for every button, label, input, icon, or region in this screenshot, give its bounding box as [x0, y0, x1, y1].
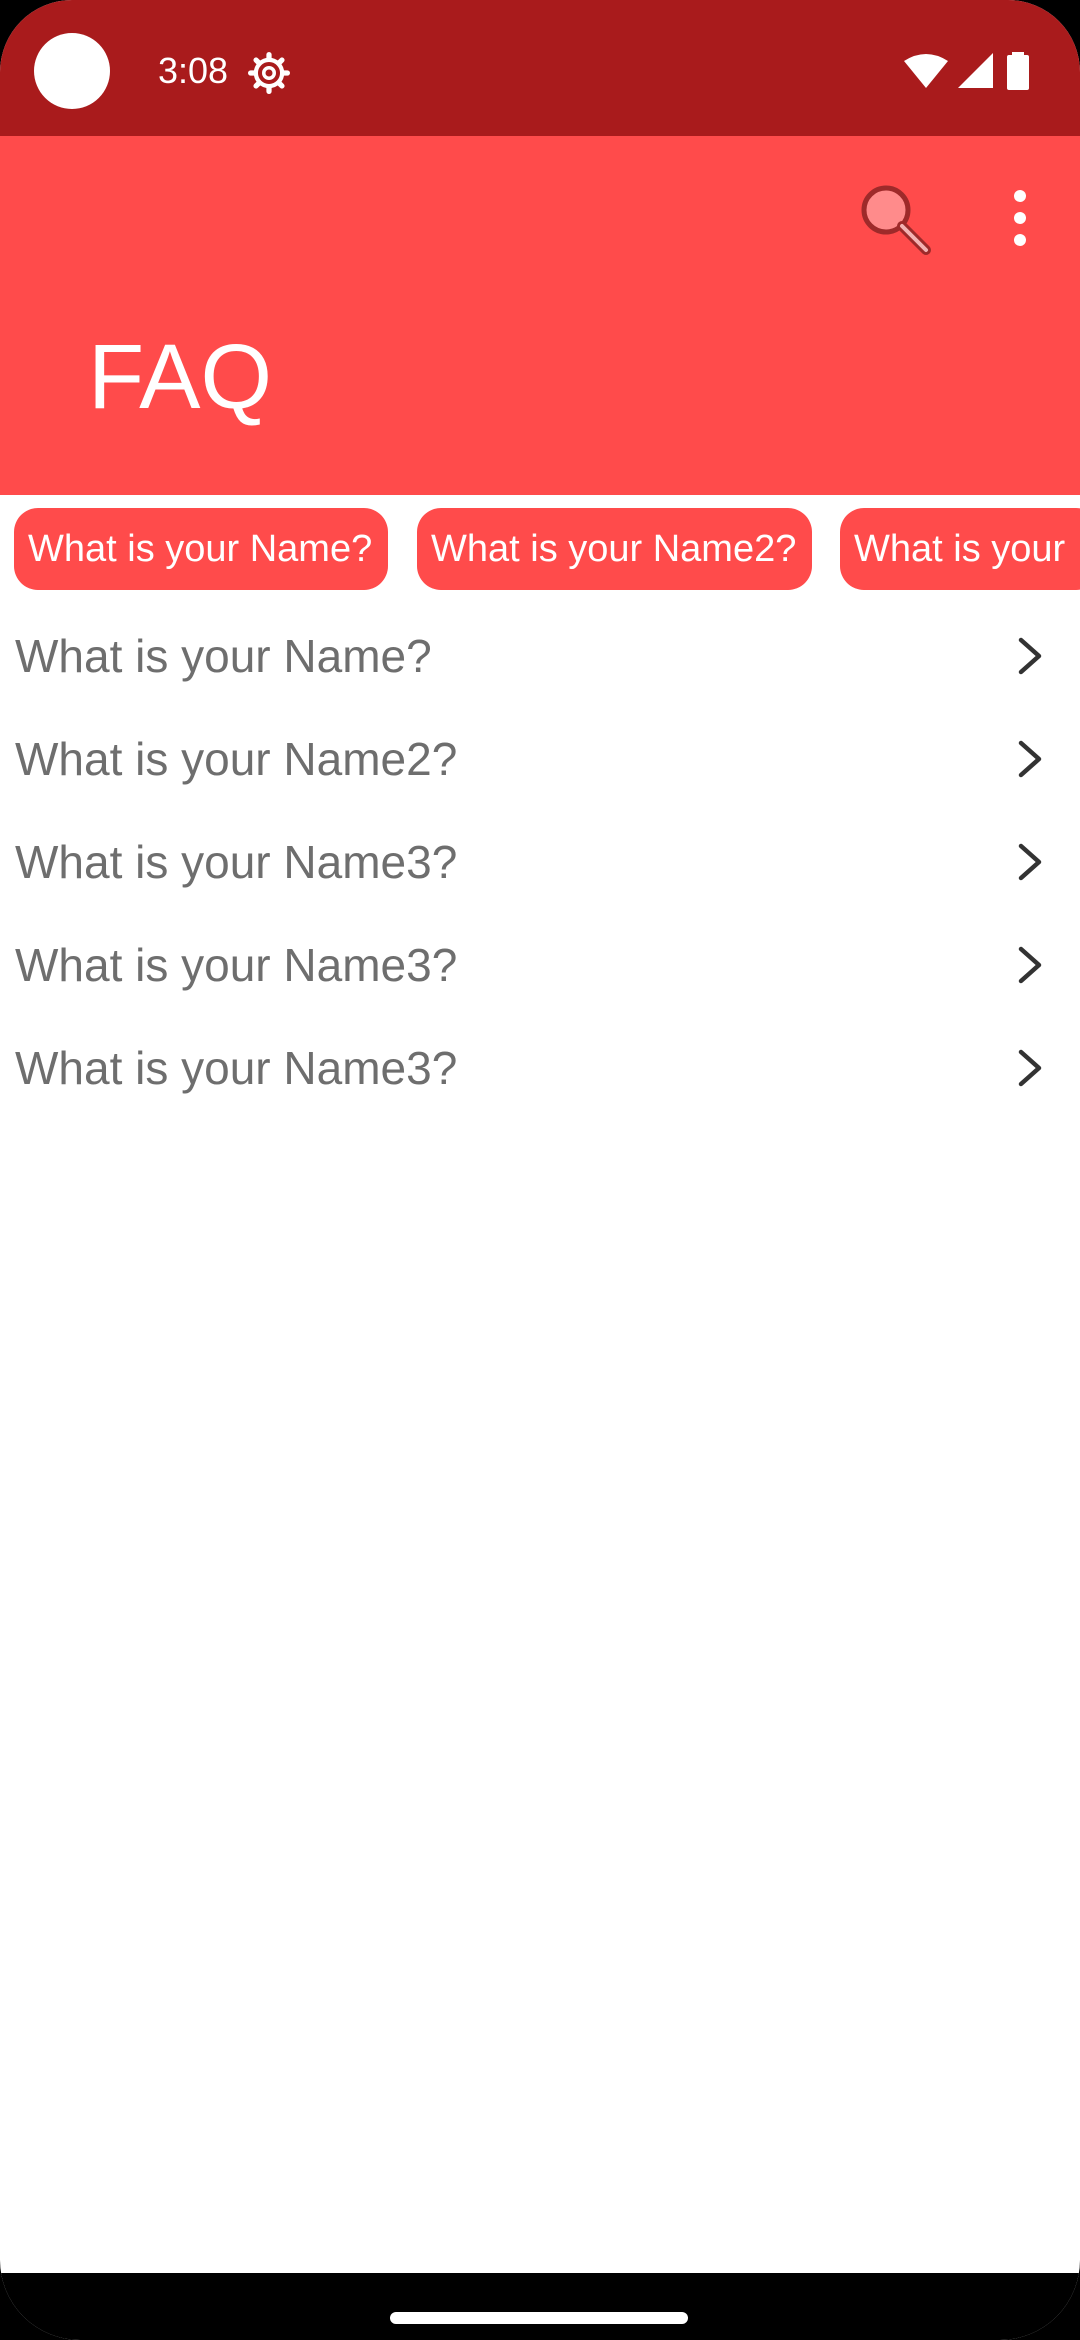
- faq-chip[interactable]: What is your: [840, 508, 1080, 590]
- chevron-right-icon: [1018, 1049, 1042, 1087]
- search-icon[interactable]: [852, 176, 936, 260]
- status-icons: [904, 50, 1032, 92]
- chevron-right-icon: [1018, 637, 1042, 675]
- app-bar: FAQ: [0, 136, 1080, 495]
- phone-screen: 3:08 FAQ What is your Name? What is your…: [0, 0, 1080, 2340]
- status-time: 3:08: [158, 50, 229, 91]
- faq-question: What is your Name3?: [15, 836, 458, 888]
- faq-list: What is your Name? What is your Name2? W…: [0, 604, 1080, 1119]
- faq-list-item[interactable]: What is your Name3?: [0, 1016, 1080, 1119]
- faq-question: What is your Name2?: [15, 733, 458, 785]
- faq-list-item[interactable]: What is your Name2?: [0, 707, 1080, 810]
- chevron-right-icon: [1018, 740, 1042, 778]
- chevron-right-icon: [1018, 843, 1042, 881]
- cellular-signal-icon: [958, 53, 993, 88]
- navigation-bar: [0, 2273, 1080, 2340]
- faq-chip[interactable]: What is your Name2?: [417, 508, 812, 590]
- faq-question: What is your Name3?: [15, 939, 458, 991]
- home-indicator[interactable]: [390, 2312, 688, 2324]
- status-bar: 3:08: [0, 0, 1080, 136]
- more-vert-icon[interactable]: [990, 176, 1050, 260]
- wifi-icon: [904, 54, 948, 88]
- settings-gear-icon: [248, 52, 290, 94]
- faq-question: What is your Name3?: [15, 1042, 458, 1094]
- faq-list-item[interactable]: What is your Name?: [0, 604, 1080, 707]
- faq-chip[interactable]: What is your Name?: [14, 508, 388, 590]
- faq-question: What is your Name?: [15, 630, 432, 682]
- chevron-right-icon: [1018, 946, 1042, 984]
- page-title: FAQ: [88, 326, 273, 428]
- faq-list-item[interactable]: What is your Name3?: [0, 913, 1080, 1016]
- faq-list-item[interactable]: What is your Name3?: [0, 810, 1080, 913]
- battery-icon: [1007, 52, 1029, 90]
- front-camera-cutout: [34, 33, 110, 109]
- faq-chip-row[interactable]: What is your Name? What is your Name2? W…: [0, 508, 1080, 590]
